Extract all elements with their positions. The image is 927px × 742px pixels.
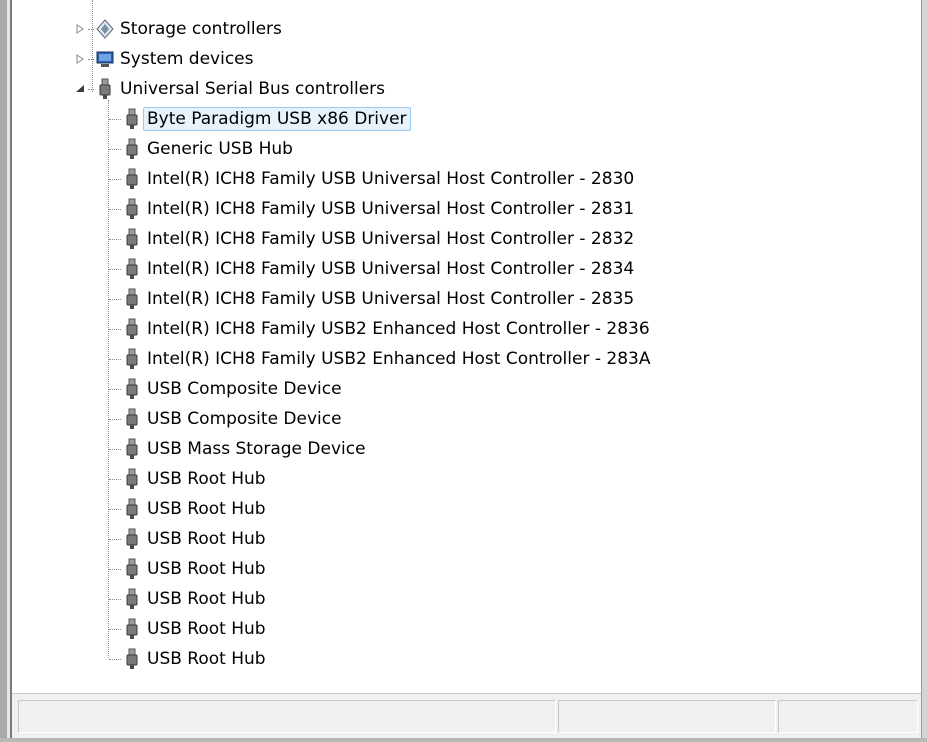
usb-plug-icon: [121, 557, 143, 581]
device-label: Intel(R) ICH8 Family USB2 Enhanced Host …: [147, 349, 651, 369]
tree-node-label: System devices: [120, 49, 254, 69]
window-frame-left: [0, 0, 7, 742]
status-cell: [18, 700, 556, 733]
usb-plug-icon: [121, 647, 143, 671]
status-cell: [558, 700, 776, 733]
usb-plug-icon: [121, 287, 143, 311]
usb-plug-icon: [121, 617, 143, 641]
usb-device-item[interactable]: Byte Paradigm USB x86 Driver: [109, 104, 411, 134]
usb-device-item[interactable]: Intel(R) ICH8 Family USB Universal Host …: [109, 254, 638, 284]
usb-plug-icon: [121, 527, 143, 551]
device-tree[interactable]: Storage controllers System devices Unive…: [12, 0, 921, 688]
device-label: Intel(R) ICH8 Family USB Universal Host …: [147, 199, 635, 219]
window-frame-right: [921, 0, 927, 742]
device-label: Intel(R) ICH8 Family USB2 Enhanced Host …: [147, 319, 650, 339]
tree-line-branch: [109, 208, 121, 210]
tree-line-branch: [109, 418, 121, 420]
device-label: USB Root Hub: [147, 469, 266, 489]
tree-line-branch: [109, 178, 121, 180]
device-label: USB Root Hub: [147, 529, 266, 549]
usb-device-item[interactable]: Intel(R) ICH8 Family USB Universal Host …: [109, 194, 638, 224]
usb-device-item[interactable]: USB Root Hub: [109, 554, 270, 584]
expanded-expander-icon[interactable]: [74, 77, 88, 101]
tree-node-system-devices[interactable]: System devices: [74, 44, 258, 74]
usb-plug-icon: [121, 437, 143, 461]
tree-line-branch: [109, 658, 121, 660]
device-label: USB Mass Storage Device: [147, 439, 366, 459]
usb-device-item[interactable]: Generic USB Hub: [109, 134, 297, 164]
status-cell: [778, 700, 918, 733]
usb-plug-icon: [94, 77, 116, 101]
device-label: USB Root Hub: [147, 499, 266, 519]
device-label: USB Root Hub: [147, 649, 266, 669]
system-devices-icon: [94, 47, 116, 71]
usb-device-item[interactable]: USB Composite Device: [109, 374, 346, 404]
usb-plug-icon: [121, 317, 143, 341]
tree-line-branch: [109, 508, 121, 510]
device-label: USB Root Hub: [147, 619, 266, 639]
usb-device-item[interactable]: USB Root Hub: [109, 644, 270, 674]
storage-controller-icon: [94, 17, 116, 41]
tree-line-branch: [109, 448, 121, 450]
usb-device-item[interactable]: USB Mass Storage Device: [109, 434, 370, 464]
tree-node-label: Universal Serial Bus controllers: [120, 79, 386, 99]
device-label: Intel(R) ICH8 Family USB Universal Host …: [147, 169, 635, 189]
usb-device-item[interactable]: USB Root Hub: [109, 614, 270, 644]
tree-node-usb-controllers[interactable]: Universal Serial Bus controllers: [74, 74, 389, 104]
device-label: Intel(R) ICH8 Family USB Universal Host …: [147, 289, 635, 309]
tree-line-branch: [109, 118, 121, 120]
device-label: Generic USB Hub: [147, 139, 293, 159]
tree-line-branch: [109, 268, 121, 270]
tree-line-branch: [109, 358, 121, 360]
usb-plug-icon: [121, 497, 143, 521]
usb-plug-icon: [121, 347, 143, 371]
usb-device-item[interactable]: USB Root Hub: [109, 494, 270, 524]
tree-line-branch: [109, 238, 121, 240]
tree-line-branch: [109, 628, 121, 630]
usb-plug-icon: [121, 197, 143, 221]
tree-line-branch: [109, 478, 121, 480]
tree-node-storage-controllers[interactable]: Storage controllers: [74, 14, 286, 44]
device-label: USB Root Hub: [147, 559, 266, 579]
usb-device-item[interactable]: USB Composite Device: [109, 404, 346, 434]
usb-device-item[interactable]: USB Root Hub: [109, 584, 270, 614]
window-frame-bottom: [0, 738, 927, 742]
tree-line-branch: [109, 388, 121, 390]
usb-plug-icon: [121, 257, 143, 281]
usb-device-item[interactable]: USB Root Hub: [109, 464, 270, 494]
usb-plug-icon: [121, 227, 143, 251]
usb-device-item[interactable]: Intel(R) ICH8 Family USB Universal Host …: [109, 164, 638, 194]
usb-device-item[interactable]: Intel(R) ICH8 Family USB2 Enhanced Host …: [109, 314, 654, 344]
usb-device-item[interactable]: USB Root Hub: [109, 524, 270, 554]
tree-node-label: Storage controllers: [120, 19, 282, 39]
usb-plug-icon: [121, 167, 143, 191]
usb-device-item[interactable]: Intel(R) ICH8 Family USB Universal Host …: [109, 284, 638, 314]
device-label: Intel(R) ICH8 Family USB Universal Host …: [147, 229, 635, 249]
usb-device-item[interactable]: Intel(R) ICH8 Family USB Universal Host …: [109, 224, 638, 254]
device-label: USB Composite Device: [147, 379, 342, 399]
usb-plug-icon: [121, 467, 143, 491]
device-label: USB Composite Device: [147, 409, 342, 429]
tree-line-branch: [109, 568, 121, 570]
tree-line-branch: [109, 298, 121, 300]
collapsed-expander-icon[interactable]: [74, 47, 88, 71]
usb-plug-icon: [121, 377, 143, 401]
tree-line-branch: [109, 598, 121, 600]
status-bar: [12, 693, 921, 738]
selected-device-label: Byte Paradigm USB x86 Driver: [143, 107, 411, 131]
usb-plug-icon: [121, 587, 143, 611]
usb-device-item[interactable]: Intel(R) ICH8 Family USB2 Enhanced Host …: [109, 344, 654, 374]
device-label: Intel(R) ICH8 Family USB Universal Host …: [147, 259, 635, 279]
device-label: USB Root Hub: [147, 589, 266, 609]
collapsed-expander-icon[interactable]: [74, 17, 88, 41]
tree-line-branch: [109, 538, 121, 540]
tree-line-branch: [109, 328, 121, 330]
usb-plug-icon: [121, 107, 143, 131]
usb-plug-icon: [121, 137, 143, 161]
tree-line-branch: [109, 148, 121, 150]
usb-plug-icon: [121, 407, 143, 431]
